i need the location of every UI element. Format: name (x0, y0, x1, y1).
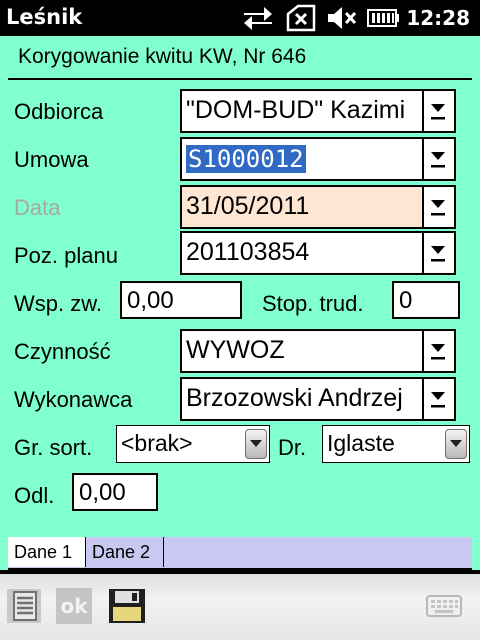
odl-value: 0,00 (79, 479, 126, 506)
czynnosc-combo[interactable]: WYWOZ (180, 329, 456, 373)
chevron-down-icon (431, 200, 445, 216)
chevron-down-icon (431, 344, 445, 360)
data-value: 31/05/2011 (186, 192, 310, 220)
gr-sort-label: Gr. sort. (14, 435, 93, 460)
data-transfer-icon[interactable] (242, 4, 274, 32)
keyboard-icon[interactable] (426, 594, 462, 618)
umowa-value: S1000012 (186, 145, 306, 173)
poz-planu-label: Poz. planu (14, 243, 118, 268)
dr-label: Dr. (278, 435, 307, 460)
wykonawca-dropdown-button[interactable] (422, 379, 454, 419)
odl-input[interactable]: 0,00 (72, 473, 158, 511)
odbiorca-value: "DOM-BUD" Kazimi (186, 96, 406, 124)
umowa-label: Umowa (14, 147, 89, 172)
data-dropdown-button[interactable] (422, 187, 454, 227)
battery-icon[interactable] (366, 4, 400, 32)
clock[interactable]: 12:28 (406, 6, 470, 30)
data-date-picker[interactable]: 31/05/2011 (180, 185, 456, 229)
stop-trud-value: 0 (399, 287, 413, 314)
tab-dane-1[interactable]: Dane 1 (8, 537, 86, 567)
poz-planu-value: 201103854 (186, 238, 310, 266)
dr-value: Iglaste (327, 430, 395, 456)
stop-trud-input[interactable]: 0 (392, 281, 460, 319)
chevron-down-icon (450, 440, 462, 447)
umowa-combo[interactable]: S1000012 (180, 137, 456, 181)
chevron-down-icon (250, 440, 262, 447)
form-panel: Korygowanie kwitu KW, Nr 646 Odbiorca "D… (0, 36, 480, 570)
wykonawca-value: Brzozowski Andrzej (186, 384, 403, 412)
chevron-down-icon (431, 392, 445, 408)
speaker-muted-icon[interactable] (326, 4, 358, 32)
chevron-down-icon (431, 246, 445, 262)
odbiorca-dropdown-button[interactable] (422, 91, 454, 131)
wsp-zw-value: 0,00 (127, 287, 174, 314)
chevron-down-icon (431, 152, 445, 168)
save-floppy-icon[interactable] (108, 588, 146, 624)
wykonawca-combo[interactable]: Brzozowski Andrzej (180, 377, 456, 421)
poz-planu-combo[interactable]: 201103854 (180, 231, 456, 275)
menu-bar: ok (0, 570, 480, 640)
tab-dane-2[interactable]: Dane 2 (86, 537, 164, 567)
status-bar: Leśnik 12:28 (0, 0, 480, 36)
no-signal-icon[interactable] (284, 4, 318, 32)
dr-dropdown-button[interactable] (445, 429, 467, 459)
dr-dropdown[interactable]: Iglaste (322, 425, 470, 463)
czynnosc-value: WYWOZ (186, 336, 285, 364)
odbiorca-combo[interactable]: "DOM-BUD" Kazimi (180, 89, 456, 133)
umowa-dropdown-button[interactable] (422, 139, 454, 179)
gr-sort-dropdown-button[interactable] (245, 429, 267, 459)
czynnosc-label: Czynność (14, 339, 111, 364)
form-title: Korygowanie kwitu KW, Nr 646 (18, 45, 307, 68)
document-list-icon[interactable] (6, 588, 42, 624)
wsp-zw-label: Wsp. zw. (14, 291, 103, 316)
poz-planu-dropdown-button[interactable] (422, 233, 454, 273)
czynnosc-dropdown-button[interactable] (422, 331, 454, 371)
app-title[interactable]: Leśnik (6, 5, 82, 29)
tab-bar: Dane 1 Dane 2 (8, 537, 472, 568)
odbiorca-label: Odbiorca (14, 99, 104, 124)
wykonawca-label: Wykonawca (14, 387, 133, 412)
wsp-zw-input[interactable]: 0,00 (120, 281, 242, 319)
gr-sort-dropdown[interactable]: <brak> (116, 425, 270, 463)
ok-button[interactable]: ok (56, 588, 92, 624)
title-divider (8, 78, 472, 80)
chevron-down-icon (431, 104, 445, 120)
stop-trud-label: Stop. trud. (262, 291, 364, 316)
data-label: Data (14, 195, 61, 220)
gr-sort-value: <brak> (121, 430, 193, 456)
odl-label: Odl. (14, 483, 55, 508)
